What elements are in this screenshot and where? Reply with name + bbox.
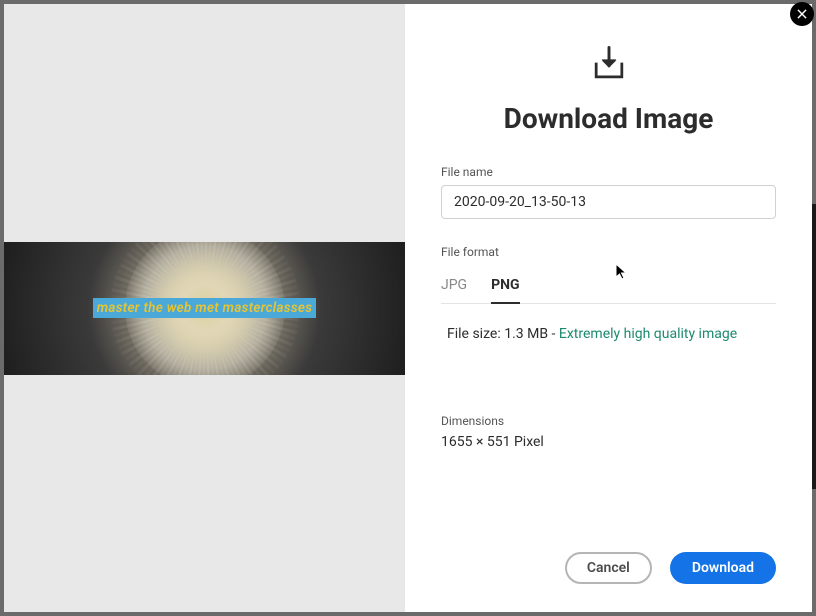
file-size-prefix: File size: — [447, 326, 504, 342]
close-button[interactable] — [790, 2, 814, 26]
file-size-row: File size: 1.3 MB - Extremely high quali… — [441, 326, 776, 342]
file-name-label: File name — [441, 165, 776, 179]
tab-png[interactable]: PNG — [491, 269, 519, 303]
dimensions-label: Dimensions — [441, 414, 776, 428]
backdrop-strip — [812, 204, 816, 489]
quality-note: Extremely high quality image — [559, 326, 737, 342]
thumbnail-overlay-text: master the web met masterclasses — [93, 298, 317, 318]
form-pane: Download Image File name File format JPG… — [405, 4, 812, 612]
file-name-input[interactable] — [441, 185, 776, 219]
file-format-label: File format — [441, 245, 776, 259]
file-size-value: 1.3 MB — [504, 326, 548, 342]
download-image-dialog: master the web met masterclasses Downloa… — [4, 4, 812, 612]
format-tabs: JPG PNG — [441, 269, 776, 304]
close-icon — [795, 7, 809, 21]
download-button[interactable]: Download — [670, 552, 776, 584]
image-thumbnail: master the web met masterclasses — [4, 242, 405, 375]
dialog-title: Download Image — [441, 102, 776, 135]
dimensions-section: Dimensions 1655 × 551 Pixel — [441, 414, 776, 450]
file-format-section: File format JPG PNG — [441, 245, 776, 304]
dimensions-value: 1655 × 551 Pixel — [441, 434, 776, 450]
tab-jpg[interactable]: JPG — [441, 269, 467, 303]
download-icon — [441, 42, 776, 86]
file-size-sep: - — [548, 326, 559, 342]
preview-pane: master the web met masterclasses — [4, 4, 405, 612]
dialog-actions: Cancel Download — [565, 552, 776, 584]
cancel-button[interactable]: Cancel — [565, 552, 652, 584]
file-name-section: File name — [441, 165, 776, 219]
